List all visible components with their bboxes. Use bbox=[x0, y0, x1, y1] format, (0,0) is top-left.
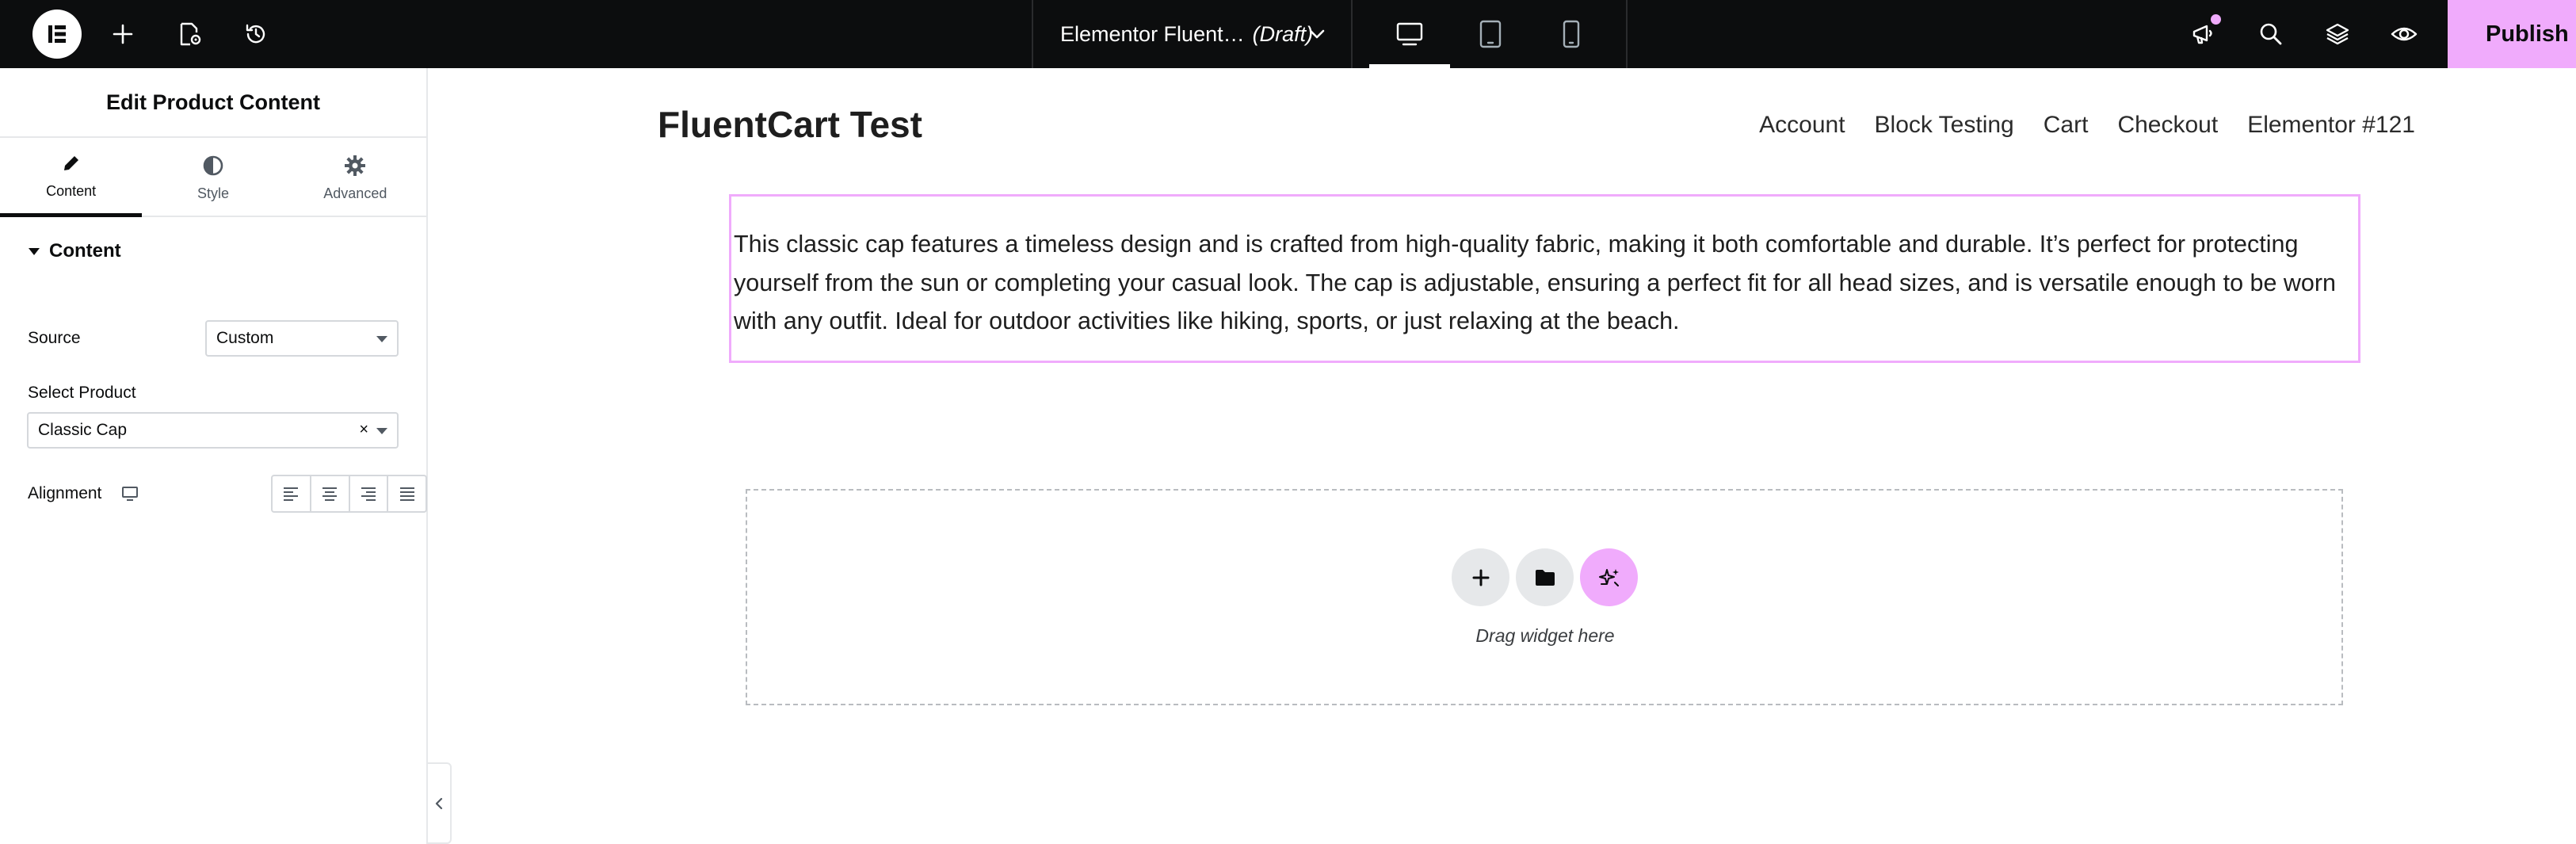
add-section-button[interactable] bbox=[1452, 548, 1509, 606]
product-value: Classic Cap bbox=[38, 421, 128, 439]
history-button[interactable] bbox=[240, 0, 272, 68]
document-switcher[interactable]: Elementor Fluent… (Draft) bbox=[1032, 0, 1353, 68]
alignment-control: Alignment bbox=[28, 475, 427, 513]
page-settings-icon bbox=[180, 22, 201, 46]
document-title: Elementor Fluent… bbox=[1060, 21, 1245, 46]
add-element-button[interactable] bbox=[107, 0, 139, 68]
plus-icon bbox=[113, 24, 133, 44]
align-justify-icon bbox=[399, 487, 414, 501]
preview-button[interactable] bbox=[2388, 0, 2420, 68]
megaphone-icon bbox=[2192, 25, 2212, 44]
clear-selection-icon[interactable]: × bbox=[359, 421, 368, 439]
source-label: Source bbox=[28, 329, 81, 347]
content-section-toggle[interactable]: Content bbox=[0, 217, 426, 285]
sparkle-icon bbox=[1598, 568, 1619, 586]
dropzone-hint: Drag widget here bbox=[1475, 625, 1615, 646]
eye-icon bbox=[2391, 27, 2418, 41]
search-icon bbox=[2260, 23, 2282, 45]
layers-icon bbox=[2326, 23, 2349, 45]
mobile-view-button[interactable] bbox=[1531, 0, 1612, 68]
desktop-view-button[interactable] bbox=[1369, 0, 1450, 68]
select-product-control: Select Product bbox=[28, 377, 398, 409]
desktop-icon bbox=[1396, 22, 1423, 46]
plus-icon bbox=[1472, 569, 1489, 586]
align-justify-button[interactable] bbox=[388, 476, 426, 511]
collapse-panel-button[interactable] bbox=[428, 762, 452, 844]
elementor-logo-icon[interactable] bbox=[32, 10, 82, 59]
whats-new-button[interactable] bbox=[2189, 0, 2221, 68]
add-template-button[interactable] bbox=[1516, 548, 1574, 606]
tablet-icon bbox=[1479, 20, 1502, 48]
align-center-icon bbox=[322, 487, 338, 501]
publish-button[interactable]: Publish bbox=[2448, 0, 2576, 68]
align-center-button[interactable] bbox=[311, 476, 350, 511]
responsive-mode-switcher bbox=[1353, 0, 1628, 68]
align-left-button[interactable] bbox=[273, 476, 311, 511]
nav-link-elementor-121[interactable]: Elementor #121 bbox=[2247, 112, 2415, 139]
chevron-left-icon bbox=[435, 797, 443, 809]
document-status: (Draft) bbox=[1252, 21, 1314, 46]
nav-link-cart[interactable]: Cart bbox=[2044, 112, 2089, 139]
dropdown-arrow-icon bbox=[376, 428, 387, 434]
tab-label: Style bbox=[197, 185, 229, 201]
pencil-icon bbox=[63, 156, 78, 170]
desktop-icon[interactable] bbox=[120, 486, 139, 502]
tablet-view-button[interactable] bbox=[1450, 0, 1531, 68]
page-settings-button[interactable] bbox=[174, 0, 206, 68]
product-select[interactable]: Classic Cap × bbox=[27, 412, 399, 449]
nav-link-checkout[interactable]: Checkout bbox=[2117, 112, 2218, 139]
ai-generate-button[interactable] bbox=[1580, 548, 1638, 606]
tab-style[interactable]: Style bbox=[142, 138, 284, 217]
tab-content[interactable]: Content bbox=[0, 138, 143, 217]
tab-advanced[interactable]: Advanced bbox=[284, 138, 426, 217]
alignment-button-group bbox=[271, 475, 427, 513]
caret-down-icon bbox=[29, 247, 40, 255]
mobile-icon bbox=[1563, 20, 1580, 48]
product-description: This classic cap features a timeless des… bbox=[734, 231, 2337, 334]
chevron-down-icon bbox=[1309, 29, 1325, 39]
top-bar: Elementor Fluent… (Draft) Publish bbox=[0, 0, 2576, 68]
section-label: Content bbox=[49, 240, 121, 262]
tab-label: Advanced bbox=[323, 185, 387, 201]
panel-title: Edit Product Content bbox=[0, 68, 426, 138]
panel-tabs: Content Style Advanced bbox=[0, 138, 426, 217]
notification-dot bbox=[2211, 14, 2221, 25]
align-right-icon bbox=[361, 487, 376, 501]
site-title[interactable]: FluentCart Test bbox=[658, 103, 922, 146]
structure-button[interactable] bbox=[2322, 0, 2353, 68]
alignment-label: Alignment bbox=[28, 484, 102, 502]
tab-label: Content bbox=[46, 183, 97, 199]
align-left-icon bbox=[284, 487, 299, 501]
preview-canvas bbox=[452, 68, 2576, 844]
gear-icon bbox=[345, 155, 366, 176]
folder-icon bbox=[1535, 569, 1555, 586]
source-select[interactable]: Custom bbox=[205, 320, 399, 357]
half-circle-icon bbox=[203, 155, 223, 175]
select-product-label: Select Product bbox=[28, 384, 136, 402]
site-navigation: Account Block Testing Cart Checkout Elem… bbox=[1759, 112, 2415, 139]
dropdown-arrow-icon bbox=[376, 336, 387, 342]
product-content-widget[interactable]: This classic cap features a timeless des… bbox=[729, 194, 2360, 363]
nav-link-block-testing[interactable]: Block Testing bbox=[1875, 112, 2014, 139]
search-button[interactable] bbox=[2255, 0, 2287, 68]
editor-panel: Edit Product Content Content Style Advan… bbox=[0, 68, 428, 844]
align-right-button[interactable] bbox=[350, 476, 389, 511]
source-value: Custom bbox=[216, 329, 274, 347]
history-icon bbox=[246, 24, 265, 44]
nav-link-account[interactable]: Account bbox=[1759, 112, 1845, 139]
